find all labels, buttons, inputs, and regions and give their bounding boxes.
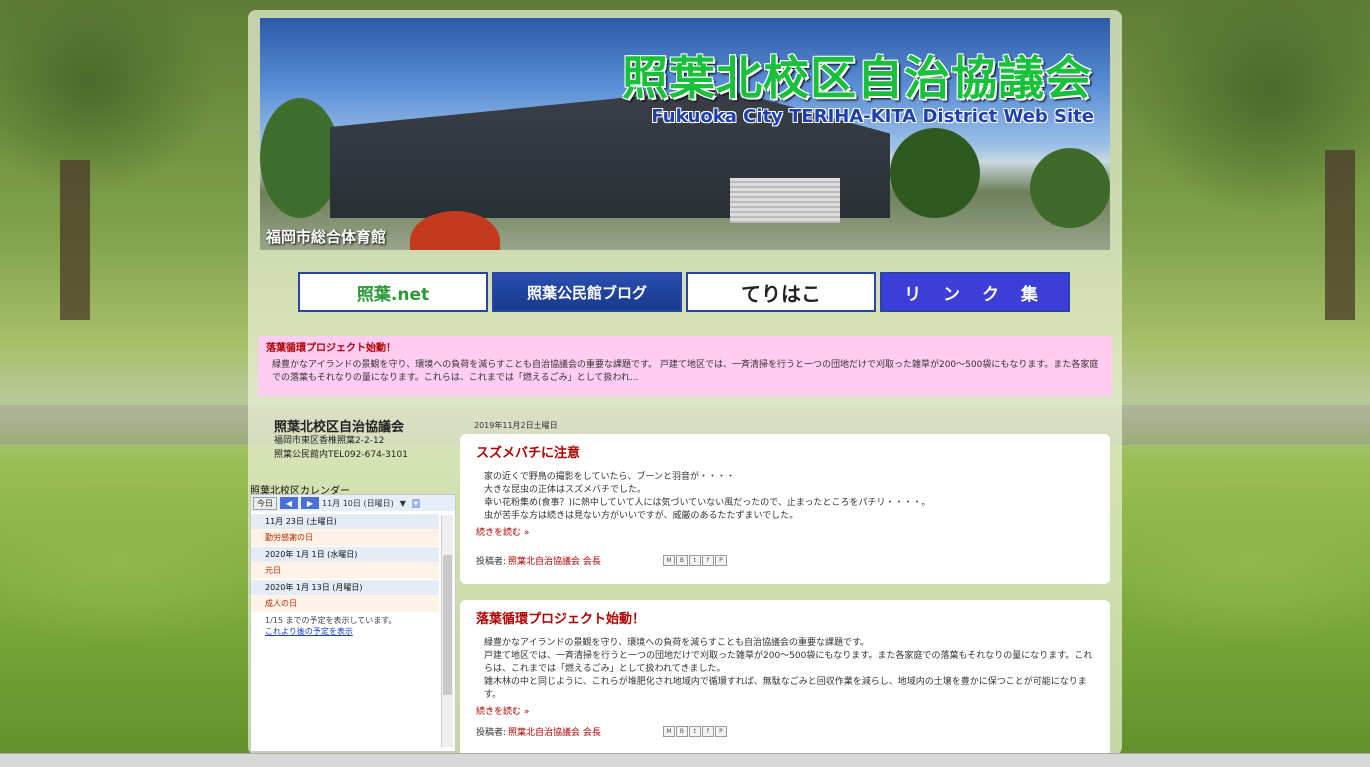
sidebar-org-name: 照葉北校区自治協議会: [274, 420, 405, 435]
site-header: 照葉北校区自治協議会 Fukuoka City TERIHA-KITA Dist…: [260, 18, 1110, 250]
event-date: 2020年 1月 13日 (月曜日): [251, 579, 439, 595]
event-date: 2020年 1月 1日 (水曜日): [251, 546, 439, 562]
blog-post: 落葉循環プロジェクト始動！ 緑豊かなアイランドの景観を守り、環境への負荷を減らす…: [460, 600, 1110, 755]
post-line: 家の近くで野鳥の撮影をしていたら、ブーンと羽音が・・・・: [484, 472, 736, 482]
phone-line: 照葉公民館内TEL092-674-3101: [274, 450, 408, 460]
banner-community-blog[interactable]: 照葉公民館ブログ: [492, 272, 682, 312]
email-share-icon[interactable]: M: [662, 726, 675, 737]
header-tree: [260, 98, 340, 218]
next-arrow-icon[interactable]: ▶: [301, 497, 319, 509]
post-line: 緑豊かなアイランドの景観を守り、環境への負荷を減らすことも自治協議会の重要な課題…: [484, 638, 870, 648]
post-line: 虫が苦手な方は続きは見ない方がいいですが、威厳のあるたたずまいでした。: [484, 511, 799, 521]
site-title[interactable]: 照葉北校区自治協議会: [622, 42, 1092, 108]
post-line: 戸建て地区では、一斉清掃を行うと一つの団地だけで刈取った雑草が200～500袋に…: [484, 651, 1093, 674]
address-line: 福岡市東区香椎照葉2-2-12: [274, 436, 385, 446]
post-body: 緑豊かなアイランドの景観を守り、環境への負荷を減らすことも自治協議会の重要な課題…: [476, 637, 1094, 702]
post-line: 幸い花粉集め(食事？)に熱中していて人には気づいていない風だったので、止まったと…: [484, 498, 931, 508]
event-item[interactable]: 元日: [251, 562, 439, 579]
post-meta: 投稿者: 照葉北自治協議会 会長 M B t f P: [476, 554, 1094, 567]
prev-arrow-icon[interactable]: ◀: [280, 497, 298, 509]
twitter-share-icon[interactable]: t: [688, 555, 701, 566]
notice-box: 落葉循環プロジェクト始動！ 緑豊かなアイランドの景観を守り、環境への負荷を減らす…: [258, 336, 1112, 396]
twitter-share-icon[interactable]: t: [688, 726, 701, 737]
author-label: 投稿者:: [476, 557, 507, 567]
header-caption: 福岡市総合体育館: [266, 228, 387, 246]
post-line: 雑木林の中と同じように、これらが堆肥化され地域内で循環すれば、無駄なごみと回収作…: [484, 677, 1087, 700]
author-label: 投稿者:: [476, 728, 507, 738]
background-tree-trunk: [1325, 150, 1355, 320]
sidebar-address: 福岡市東区香椎照葉2-2-12 照葉公民館内TEL092-674-3101: [274, 434, 408, 462]
calendar-events: 11月 23日 (土曜日) 勤労感謝の日 2020年 1月 1日 (水曜日) 元…: [251, 513, 439, 640]
background-tree-trunk: [60, 160, 90, 320]
event-item[interactable]: 勤労感謝の日: [251, 529, 439, 546]
chevron-down-icon[interactable]: ▼: [400, 499, 406, 508]
date-selector[interactable]: 11月 10日 (日曜日) ▼ ▾: [322, 498, 420, 509]
calendar-footer: 1/15 までの予定を表示しています。 これより後の予定を表示: [251, 612, 439, 640]
email-share-icon[interactable]: M: [662, 555, 675, 566]
author-link[interactable]: 照葉北自治協議会 会長: [508, 725, 601, 738]
post-date-header: 2019年11月2日土曜日: [474, 421, 558, 430]
notice-body: 緑豊かなアイランドの景観を守り、環境への負荷を減らすことも自治協議会の重要な課題…: [272, 360, 1099, 383]
blog-post: スズメバチに注意 家の近くで野鳥の撮影をしていたら、ブーンと羽音が・・・・ 大き…: [460, 434, 1110, 584]
calendar-more-link[interactable]: これより後の予定を表示: [265, 627, 353, 636]
calendar-footer-text: 1/15 までの予定を表示しています。: [265, 616, 397, 625]
blog-share-icon[interactable]: B: [675, 555, 688, 566]
blog-share-icon[interactable]: B: [675, 726, 688, 737]
calendar-widget: 今日 ◀ ▶ 11月 10日 (日曜日) ▼ ▾ 11月 23日 (土曜日) 勤…: [250, 494, 456, 752]
post-meta: 投稿者: 照葉北自治協議会 会長 M B t f P: [476, 725, 1094, 738]
banner-teriha-net[interactable]: 照葉.net: [298, 272, 488, 312]
facebook-share-icon[interactable]: f: [701, 555, 714, 566]
post-title[interactable]: 落葉循環プロジェクト始動！: [476, 608, 1094, 627]
page-container: 照葉北校区自治協議会 Fukuoka City TERIHA-KITA Dist…: [248, 10, 1122, 755]
dropdown-icon[interactable]: ▾: [411, 498, 420, 508]
header-tree: [890, 128, 980, 218]
banner-links-page[interactable]: リ ン ク 集: [880, 272, 1070, 312]
post-line: 大きな昆虫の正体はスズメバチでした。: [484, 485, 647, 495]
notice-title[interactable]: 落葉循環プロジェクト始動！: [266, 342, 1104, 355]
share-buttons: M B t f P: [662, 726, 727, 737]
stairs-image: [730, 178, 840, 223]
status-bar: [0, 753, 1370, 767]
banner-terihako[interactable]: てりはこ: [686, 272, 876, 312]
current-date: 11月 10日 (日曜日): [322, 498, 394, 508]
calendar-scrollbar[interactable]: [441, 515, 453, 747]
pinterest-share-icon[interactable]: P: [714, 726, 727, 737]
scrollbar-thumb[interactable]: [443, 555, 452, 695]
author-link[interactable]: 照葉北自治協議会 会長: [508, 554, 601, 567]
event-item[interactable]: 成人の日: [251, 595, 439, 612]
event-date: 11月 23日 (土曜日): [251, 513, 439, 529]
facebook-share-icon[interactable]: f: [701, 726, 714, 737]
read-more-link[interactable]: 続きを読む »: [476, 525, 1094, 538]
read-more-link[interactable]: 続きを読む »: [476, 704, 1094, 717]
header-tree: [1030, 148, 1110, 228]
post-body: 家の近くで野鳥の撮影をしていたら、ブーンと羽音が・・・・ 大きな昆虫の正体はスズ…: [476, 471, 1094, 523]
calendar-toolbar: 今日 ◀ ▶ 11月 10日 (日曜日) ▼ ▾: [251, 495, 455, 511]
share-buttons: M B t f P: [662, 555, 727, 566]
pinterest-share-icon[interactable]: P: [714, 555, 727, 566]
today-button[interactable]: 今日: [253, 496, 277, 510]
post-title[interactable]: スズメバチに注意: [476, 442, 1094, 461]
banner-links: 照葉.net 照葉公民館ブログ てりはこ リ ン ク 集: [298, 272, 1070, 312]
site-subtitle: Fukuoka City TERIHA-KITA District Web Si…: [651, 106, 1094, 127]
